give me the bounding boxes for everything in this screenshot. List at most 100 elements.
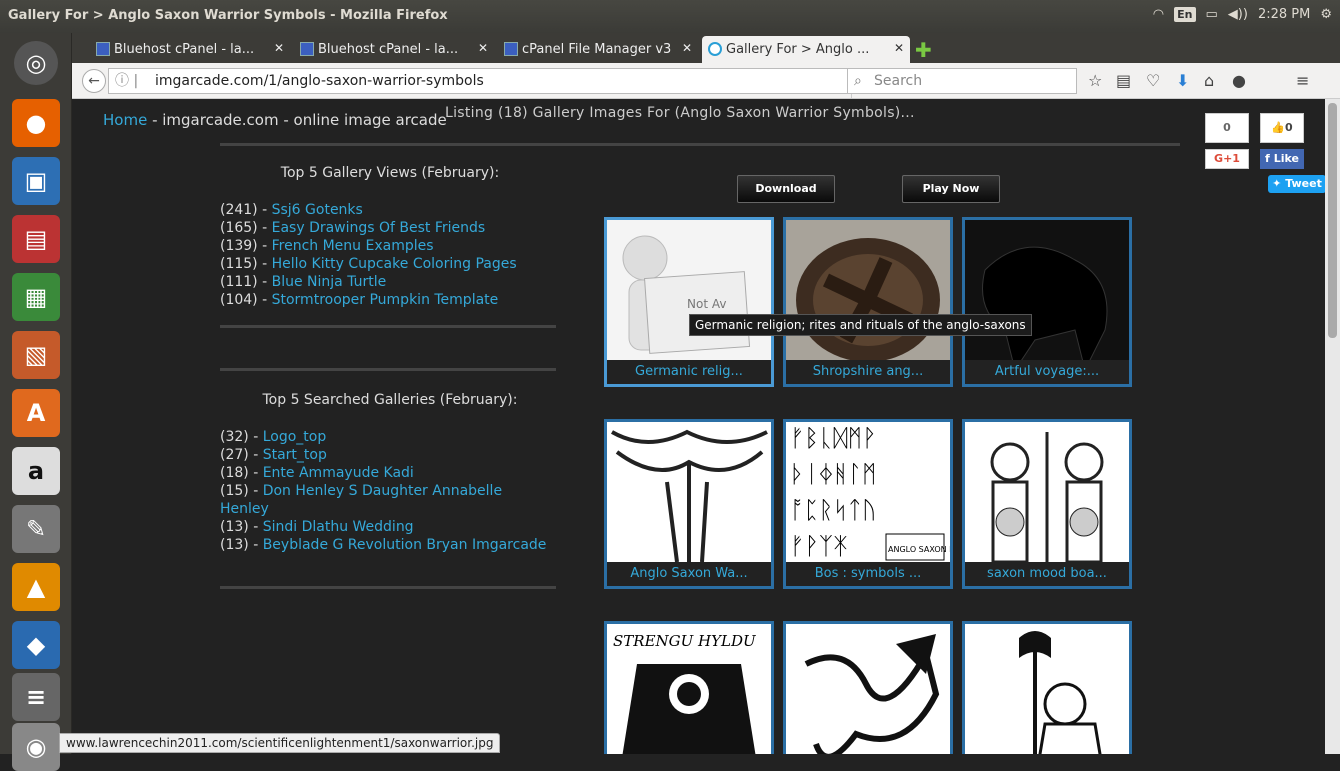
image-viewer-icon[interactable]: ▣	[12, 157, 60, 205]
downloads-arrow-icon[interactable]: ⬇	[1176, 71, 1189, 90]
gallery-link[interactable]: Stormtrooper Pumpkin Template	[272, 292, 499, 308]
clock[interactable]: 2:28 PM	[1258, 7, 1310, 22]
strengu-hyldu-image: STRENGU HYLDU	[607, 624, 771, 754]
spreadsheet-icon[interactable]: ▦	[12, 273, 60, 321]
file-manager-icon[interactable]: ▤	[12, 215, 60, 263]
list-item: (111) - Blue Ninja Turtle	[220, 274, 387, 290]
bookmark-star-icon[interactable]: ☆	[1088, 71, 1102, 90]
volume-icon[interactable]: ◀))	[1228, 7, 1248, 22]
battery-icon[interactable]: ▭	[1206, 7, 1218, 22]
gallery-link[interactable]: Hello Kitty Cupcake Coloring Pages	[272, 256, 517, 272]
amazon-icon[interactable]: a	[12, 447, 60, 495]
loading-favicon-icon	[708, 42, 722, 56]
home-link[interactable]: Home	[103, 111, 147, 129]
bookmarks-list-icon[interactable]: ▤	[1116, 71, 1131, 90]
gallery-thumbnail[interactable]: Shropshire ang...	[783, 217, 953, 387]
divider	[220, 325, 556, 328]
gallery-link[interactable]: Easy Drawings Of Best Friends	[272, 220, 486, 236]
url-bar[interactable]: ⓘ | imgarcade.com/1/anglo-saxon-warrior-…	[108, 68, 872, 100]
settings-gear-icon[interactable]: ⚙	[1320, 7, 1332, 22]
gallery-thumbnail[interactable]: Not Av Germanic relig...	[604, 217, 774, 387]
top-searched-list: (32) - Logo_top (27) - Start_top (18) - …	[220, 428, 550, 554]
list-item: (27) - Start_top	[220, 447, 327, 463]
top-views-title: Top 5 Gallery Views (February):	[280, 165, 500, 181]
keyboard-layout-indicator[interactable]: En	[1174, 7, 1196, 22]
list-item: (15) - Don Henley S Daughter Annabelle H…	[220, 483, 503, 517]
thumbs-up-icon: 👍	[1271, 121, 1286, 134]
close-tab-icon[interactable]: ✕	[682, 41, 692, 55]
fb-like-count: 👍0	[1260, 113, 1304, 143]
dash-home-icon[interactable]: ◎	[14, 41, 58, 85]
tab-bar: Bluehost cPanel - la... ✕ Bluehost cPane…	[72, 33, 1340, 63]
svg-text:Not Av: Not Av	[687, 297, 726, 311]
gallery-link[interactable]: Blue Ninja Turtle	[272, 274, 387, 290]
vlc-icon[interactable]: ▲	[12, 563, 60, 611]
gallery-thumbnail[interactable]: Artful voyage:...	[962, 217, 1132, 387]
site-identity-icon[interactable]: ⓘ |	[115, 69, 138, 93]
gallery-thumbnail[interactable]	[783, 621, 953, 754]
play-now-button[interactable]: Play Now	[902, 175, 1000, 203]
gallery-thumbnail[interactable]: saxon mood boa...	[962, 419, 1132, 589]
list-item: (115) - Hello Kitty Cupcake Coloring Pag…	[220, 256, 517, 272]
thumbnail-caption: Bos : symbols ...	[786, 562, 950, 586]
scrollbar-thumb[interactable]	[1328, 103, 1337, 338]
search-icon: ⌕	[854, 73, 862, 89]
download-button[interactable]: Download	[737, 175, 835, 203]
thumbnail-caption: saxon mood boa...	[965, 562, 1129, 586]
network-icon[interactable]: ◆	[12, 621, 60, 669]
fb-like-button[interactable]: f Like	[1260, 149, 1304, 169]
tweet-button[interactable]: ✦ Tweet	[1268, 175, 1325, 193]
divider	[220, 368, 556, 371]
back-arrow-icon[interactable]: ←	[82, 69, 106, 93]
twitter-bird-icon: ✦	[1272, 177, 1282, 190]
page-scrollbar[interactable]	[1325, 99, 1340, 754]
top-searched-title: Top 5 Searched Galleries (February):	[262, 392, 518, 408]
svg-text:ᚠᛒᚳᛞᛗᚹ: ᚠᛒᚳᛞᛗᚹ	[790, 424, 876, 452]
stacked-icons[interactable]: ≡	[12, 673, 60, 721]
home-icon[interactable]: ⌂	[1204, 71, 1214, 90]
menu-hamburger-icon[interactable]: ≡	[1296, 71, 1309, 90]
grid-favicon-icon	[300, 42, 314, 56]
dragon-image	[786, 624, 950, 754]
gallery-link[interactable]: Don Henley S Daughter Annabelle Henley	[220, 483, 502, 517]
chat-icon[interactable]: ●	[1232, 71, 1246, 90]
url-text: imgarcade.com/1/anglo-saxon-warrior-symb…	[155, 73, 484, 89]
gallery-thumbnail[interactable]: Anglo Saxon Wa...	[604, 419, 774, 589]
software-center-icon[interactable]: A	[12, 389, 60, 437]
tab-file-manager[interactable]: cPanel File Manager v3 ✕	[498, 36, 698, 63]
gallery-link[interactable]: Logo_top	[263, 429, 327, 445]
presentation-icon[interactable]: ▧	[12, 331, 60, 379]
gallery-link[interactable]: Ente Ammayude Kadi	[263, 465, 414, 481]
firefox-icon[interactable]: ●	[12, 99, 60, 147]
gallery-thumbnail[interactable]: STRENGU HYLDU	[604, 621, 774, 754]
close-tab-icon[interactable]: ✕	[274, 41, 284, 55]
image-tooltip: Germanic religion; rites and rituals of …	[689, 314, 1032, 336]
thumbnail-caption: Artful voyage:...	[965, 360, 1129, 384]
search-input[interactable]: ⌕ Search	[847, 68, 1077, 94]
wifi-icon[interactable]: ◠	[1153, 7, 1164, 22]
tab-label: Bluehost cPanel - la...	[114, 42, 255, 57]
new-tab-plus-icon[interactable]: ✚	[915, 38, 932, 62]
system-settings-icon[interactable]: ✎	[12, 505, 60, 553]
list-item: (104) - Stormtrooper Pumpkin Template	[220, 292, 499, 308]
top-panel: Gallery For > Anglo Saxon Warrior Symbol…	[0, 0, 1340, 33]
tab-bluehost-2[interactable]: Bluehost cPanel - la... ✕	[294, 36, 494, 63]
gplus-button[interactable]: G+1	[1205, 149, 1249, 169]
tab-bluehost-1[interactable]: Bluehost cPanel - la... ✕	[90, 36, 290, 63]
list-item: (18) - Ente Ammayude Kadi	[220, 465, 414, 481]
gallery-link[interactable]: French Menu Examples	[272, 238, 434, 254]
gallery-link[interactable]: Sindi Dlathu Wedding	[263, 519, 414, 535]
dvd-icon[interactable]: ◉	[12, 723, 60, 771]
gallery-link[interactable]: Start_top	[263, 447, 327, 463]
pocket-icon[interactable]: ♡	[1146, 71, 1160, 90]
gallery-thumbnail[interactable]	[962, 621, 1132, 754]
list-item: (241) - Ssj6 Gotenks	[220, 202, 363, 218]
gallery-thumbnail[interactable]: ᚠᛒᚳᛞᛗᚹ ᚦᛁᛄᚻᛚᛗ ᚩᛈᚱᛋᛏᚢ ᚠᚹᛉᛡ ANGLO SAXON RU…	[783, 419, 953, 589]
tab-gallery-active[interactable]: Gallery For > Anglo ... ✕	[702, 36, 910, 63]
gallery-link[interactable]: Ssj6 Gotenks	[272, 202, 363, 218]
grid-favicon-icon	[504, 42, 518, 56]
window-title: Gallery For > Anglo Saxon Warrior Symbol…	[8, 8, 448, 23]
gallery-link[interactable]: Beyblade G Revolution Bryan Imgarcade	[263, 537, 547, 553]
close-tab-icon[interactable]: ✕	[478, 41, 488, 55]
close-tab-icon[interactable]: ✕	[894, 41, 904, 55]
